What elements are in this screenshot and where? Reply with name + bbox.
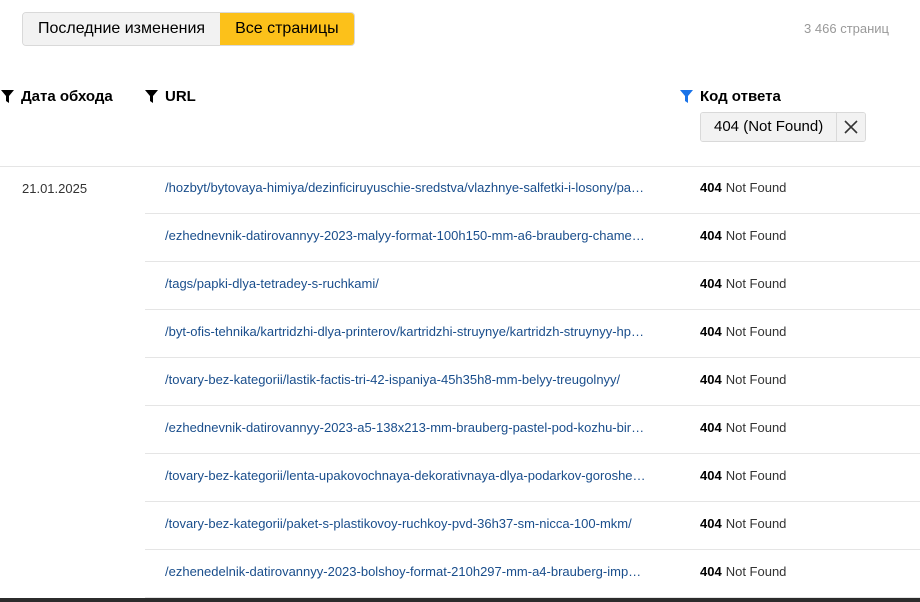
status-code: 404 <box>700 564 722 579</box>
page-url-link[interactable]: /ezhenedelnik-datirovannyy-2023-bolshoy-… <box>165 564 670 579</box>
bottom-scrollbar[interactable] <box>0 598 920 602</box>
column-header-date: Дата обхода <box>1 88 113 105</box>
response-code: 404 Not Found <box>700 324 786 339</box>
status-code: 404 <box>700 420 722 435</box>
status-text: Not Found <box>725 468 787 483</box>
response-code: 404 Not Found <box>700 228 786 243</box>
column-label-code: Код ответа <box>700 88 781 105</box>
status-text: Not Found <box>725 372 787 387</box>
view-switcher: Последние изменения Все страницы <box>22 12 355 46</box>
response-code: 404 Not Found <box>700 180 786 195</box>
filter-icon[interactable] <box>145 90 158 103</box>
status-text: Not Found <box>725 324 787 339</box>
page-url-link[interactable]: /ezhednevnik-datirovannyy-2023-malyy-for… <box>165 228 670 243</box>
table-row: /byt-ofis-tehnika/kartridzhi-dlya-printe… <box>145 310 920 358</box>
status-text: Not Found <box>725 420 787 435</box>
column-label-date: Дата обхода <box>21 88 113 105</box>
page-url-link[interactable]: /tovary-bez-kategorii/lastik-factis-tri-… <box>165 372 670 387</box>
page-url-link[interactable]: /tovary-bez-kategorii/lenta-upakovochnay… <box>165 468 670 483</box>
table-row: /hozbyt/bytovaya-himiya/dezinficiruyusch… <box>145 166 920 214</box>
page-url-link[interactable]: /byt-ofis-tehnika/kartridzhi-dlya-printe… <box>165 324 670 339</box>
response-code: 404 Not Found <box>700 516 786 531</box>
status-code: 404 <box>700 180 722 195</box>
status-code: 404 <box>700 468 722 483</box>
page-url-link[interactable]: /tags/papki-dlya-tetradey-s-ruchkami/ <box>165 276 670 291</box>
url-list: /hozbyt/bytovaya-himiya/dezinficiruyusch… <box>145 166 920 598</box>
status-code: 404 <box>700 324 722 339</box>
status-code: 404 <box>700 276 722 291</box>
active-filter-icon[interactable] <box>680 90 693 103</box>
status-text: Not Found <box>725 228 787 243</box>
status-text: Not Found <box>725 564 787 579</box>
tab-recent-changes[interactable]: Последние изменения <box>23 13 221 45</box>
column-header-url: URL <box>145 88 196 105</box>
table-row: /tags/papki-dlya-tetradey-s-ruchkami/ 40… <box>145 262 920 310</box>
response-code: 404 Not Found <box>700 420 786 435</box>
crawl-date: 21.01.2025 <box>22 181 88 196</box>
pages-count: 3 466 страниц <box>804 21 889 36</box>
tab-all-pages[interactable]: Все страницы <box>220 13 354 45</box>
response-code: 404 Not Found <box>700 564 786 579</box>
status-code: 404 <box>700 228 722 243</box>
column-label-url: URL <box>165 88 196 105</box>
table-row: /tovary-bez-kategorii/paket-s-plastikovo… <box>145 502 920 550</box>
column-header-code: Код ответа <box>680 88 781 105</box>
code-filter-label[interactable]: 404 (Not Found) <box>701 113 837 141</box>
table-row: /ezhednevnik-datirovannyy-2023-malyy-for… <box>145 214 920 262</box>
response-code: 404 Not Found <box>700 276 786 291</box>
filter-icon[interactable] <box>1 90 14 103</box>
response-code: 404 Not Found <box>700 372 786 387</box>
remove-filter-button[interactable] <box>836 113 866 141</box>
page-url-link[interactable]: /hozbyt/bytovaya-himiya/dezinficiruyusch… <box>165 180 670 195</box>
status-code: 404 <box>700 516 722 531</box>
status-code: 404 <box>700 372 722 387</box>
status-text: Not Found <box>725 276 787 291</box>
page-url-link[interactable]: /ezhednevnik-datirovannyy-2023-a5-138x21… <box>165 420 670 435</box>
status-text: Not Found <box>725 180 787 195</box>
table-row: /ezhednevnik-datirovannyy-2023-a5-138x21… <box>145 406 920 454</box>
table-row: /tovary-bez-kategorii/lenta-upakovochnay… <box>145 454 920 502</box>
response-code: 404 Not Found <box>700 468 786 483</box>
status-text: Not Found <box>725 516 787 531</box>
close-icon <box>844 120 858 134</box>
table-row: /ezhenedelnik-datirovannyy-2023-bolshoy-… <box>145 550 920 598</box>
table-row: /tovary-bez-kategorii/lastik-factis-tri-… <box>145 358 920 406</box>
code-filter-chip: 404 (Not Found) <box>700 112 867 142</box>
page-url-link[interactable]: /tovary-bez-kategorii/paket-s-plastikovo… <box>165 516 670 531</box>
